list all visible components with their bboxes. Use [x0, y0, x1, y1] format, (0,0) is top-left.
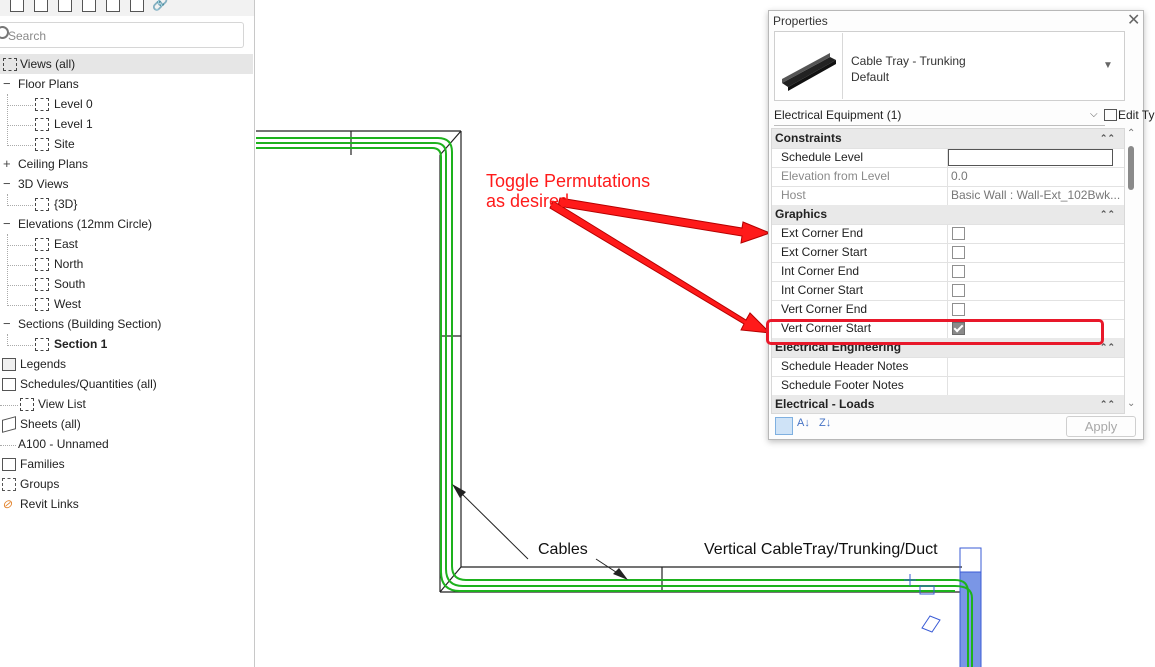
collapse-chevron-icon[interactable]: ⌃⌃: [1100, 205, 1115, 224]
prop-label: Schedule Header Notes: [781, 359, 909, 373]
vertical-duct[interactable]: [954, 547, 982, 667]
group-electrical-loads[interactable]: Electrical - Loads ⌃⌃: [772, 395, 1124, 413]
type-thumbnail: [776, 33, 843, 99]
prop-label: Schedule Level: [781, 150, 864, 164]
prop-value[interactable]: [947, 300, 1124, 319]
vert-corner-end-checkbox[interactable]: [952, 303, 965, 316]
prop-value[interactable]: [947, 281, 1124, 300]
type-family-name: Cable Tray - Trunking: [851, 54, 966, 68]
cable-tray-thumbnail-icon: [782, 53, 836, 91]
prop-label: Vert Corner End: [781, 302, 868, 316]
prop-value[interactable]: [947, 376, 1124, 395]
prop-value[interactable]: [947, 243, 1124, 262]
toggle-note: Toggle Permutations as desired: [486, 171, 650, 211]
prop-elevation-from-level: Elevation from Level 0.0: [772, 167, 1124, 187]
sort-ascending-icon[interactable]: A↓: [797, 417, 810, 429]
highlight-box: [766, 319, 1104, 345]
chevron-up-icon[interactable]: ⌃: [1127, 128, 1135, 139]
edit-type-icon: [1104, 109, 1117, 121]
prop-label: Elevation from Level: [781, 169, 890, 183]
chevron-down-icon[interactable]: ⌵: [1090, 104, 1098, 126]
properties-grid: Constraints ⌃⌃ Schedule Level Elevation …: [771, 128, 1125, 414]
int-corner-end-checkbox[interactable]: [952, 265, 965, 278]
type-name: Cable Tray - Trunking Default: [851, 53, 966, 85]
properties-scrollbar[interactable]: ⌃ ⌄: [1125, 128, 1139, 412]
close-icon[interactable]: ✕: [1127, 10, 1140, 30]
prop-schedule-level[interactable]: Schedule Level: [772, 148, 1124, 168]
red-arrows: [549, 197, 772, 334]
prop-value[interactable]: [947, 148, 1124, 167]
prop-vert-corner-end[interactable]: Vert Corner End: [772, 300, 1124, 320]
prop-schedule-footer-notes[interactable]: Schedule Footer Notes: [772, 376, 1124, 396]
ext-corner-start-checkbox[interactable]: [952, 246, 965, 259]
collapse-chevron-icon[interactable]: ⌃⌃: [1100, 395, 1115, 413]
prop-label: Ext Corner End: [781, 226, 864, 240]
ext-corner-end-checkbox[interactable]: [952, 227, 965, 240]
prop-label: Schedule Footer Notes: [781, 378, 904, 392]
schedule-level-input[interactable]: [948, 149, 1113, 166]
prop-value[interactable]: [947, 224, 1124, 243]
leader-arrowheads: [452, 484, 628, 580]
apply-button[interactable]: Apply: [1066, 416, 1136, 437]
palette-bottom-bar: A↓ Z↓ Apply: [769, 414, 1143, 438]
group-graphics[interactable]: Graphics ⌃⌃: [772, 205, 1124, 225]
divider: [774, 125, 1105, 126]
label-cables: Cables: [538, 541, 588, 558]
properties-palette: Properties ✕ Cable Tray - Trunking Defau…: [768, 10, 1155, 440]
prop-int-corner-end[interactable]: Int Corner End: [772, 262, 1124, 282]
scrollbar-thumb[interactable]: [1128, 146, 1134, 190]
group-label: Electrical - Loads: [775, 397, 875, 411]
sort-descending-icon[interactable]: Z↓: [819, 417, 831, 429]
chevron-down-icon[interactable]: ⌄: [1127, 398, 1135, 409]
type-type-name: Default: [851, 70, 890, 84]
label-vertical-tray: Vertical CableTray/Trunking/Duct: [704, 541, 938, 558]
prop-int-corner-start[interactable]: Int Corner Start: [772, 281, 1124, 301]
prop-label: Int Corner End: [781, 264, 860, 278]
type-selector[interactable]: Cable Tray - Trunking Default ▼: [774, 31, 1125, 101]
toggle-note-line2: as desired: [486, 191, 570, 211]
prop-value: Basic Wall : Wall-Ext_102Bwk...: [947, 186, 1124, 205]
toggle-note-line1: Toggle Permutations: [486, 171, 651, 191]
categorized-icon[interactable]: [775, 417, 793, 435]
prop-schedule-header-notes[interactable]: Schedule Header Notes: [772, 357, 1124, 377]
int-corner-start-checkbox[interactable]: [952, 284, 965, 297]
group-label: Constraints: [775, 131, 842, 145]
group-constraints[interactable]: Constraints ⌃⌃: [772, 129, 1124, 149]
group-label: Graphics: [775, 207, 828, 221]
prop-value[interactable]: [947, 357, 1124, 376]
chevron-down-icon[interactable]: ▼: [1103, 60, 1113, 71]
instance-filter[interactable]: Electrical Equipment (1) ⌵ Edit Type: [774, 104, 1155, 126]
prop-ext-corner-start[interactable]: Ext Corner Start: [772, 243, 1124, 263]
grip-icons[interactable]: [904, 574, 941, 633]
prop-ext-corner-end[interactable]: Ext Corner End: [772, 224, 1124, 244]
filter-label: Electrical Equipment (1): [774, 108, 902, 122]
prop-host: Host Basic Wall : Wall-Ext_102Bwk...: [772, 186, 1124, 206]
prop-value[interactable]: [947, 262, 1124, 281]
palette-title: Properties: [773, 14, 828, 28]
collapse-chevron-icon[interactable]: ⌃⌃: [1100, 129, 1115, 148]
edit-type-button[interactable]: Edit Type: [1118, 104, 1155, 126]
leader-arrows: [454, 486, 626, 579]
prop-label: Ext Corner Start: [781, 245, 868, 259]
prop-label: Host: [781, 188, 806, 202]
prop-value: 0.0: [947, 167, 1124, 186]
prop-label: Int Corner Start: [781, 283, 864, 297]
